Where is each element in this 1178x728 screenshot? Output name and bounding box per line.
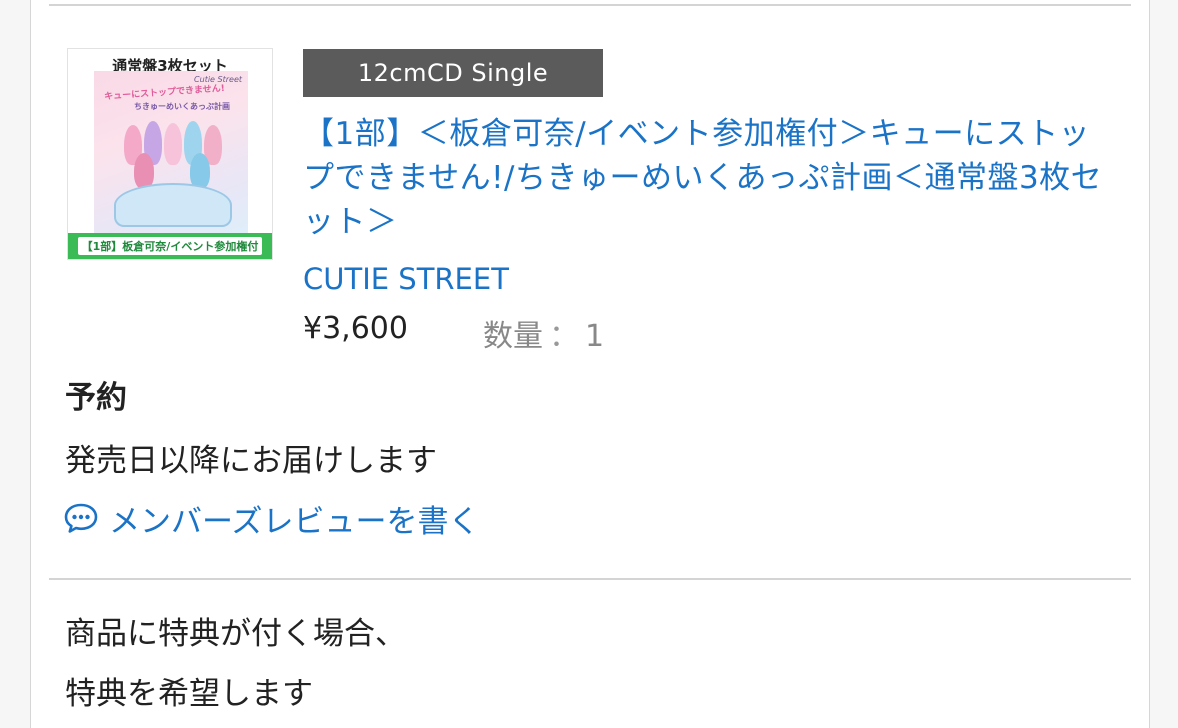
bonus-line-1: 商品に特典が付く場合、: [65, 616, 406, 652]
product-title-link[interactable]: 【1部】＜板倉可奈/イベント参加権付＞キューにストップできません!/ちきゅーめい…: [303, 112, 1103, 244]
album-cover-art: Cutie Street キューにストップできません! ちきゅーめいくあっぷ計画: [94, 71, 248, 233]
write-review-label: メンバーズレビューを書く: [109, 503, 480, 540]
quantity: 数量： 1: [483, 311, 604, 355]
delivery-note: 発売日以降にお届けします: [65, 443, 437, 479]
cover-title-line1: キューにストップできません!: [103, 83, 226, 103]
bonus-preference: 商品に特典が付く場合、 特典を希望します: [65, 604, 406, 724]
quantity-value: 1: [585, 319, 605, 354]
order-status: 予約: [65, 380, 127, 416]
order-item-card: 通常盤3枚セット Cutie Street キューにストップできません! ちきゅ…: [30, 0, 1150, 728]
product-thumbnail[interactable]: 通常盤3枚セット Cutie Street キューにストップできません! ちきゅ…: [67, 48, 273, 260]
section-divider: [49, 578, 1131, 580]
cover-title-line2: ちきゅーめいくあっぷ計画: [134, 102, 230, 111]
member-figure: [164, 123, 182, 165]
stage-decoration: [114, 183, 232, 227]
top-divider: [49, 4, 1131, 6]
artist-link[interactable]: CUTIE STREET: [303, 262, 509, 296]
format-badge: 12cmCD Single: [303, 49, 603, 97]
speech-bubble-icon: [64, 503, 98, 533]
write-review-link[interactable]: メンバーズレビューを書く: [63, 496, 479, 540]
thumbnail-band-label: 【1部】板倉可奈/イベント参加権付: [77, 237, 263, 255]
bonus-line-2: 特典を希望します: [65, 676, 313, 712]
thumbnail-band: 【1部】板倉可奈/イベント参加権付: [68, 233, 272, 259]
price: ¥3,600: [303, 311, 408, 346]
quantity-colon: ：: [549, 319, 579, 354]
quantity-label: 数量: [483, 319, 543, 354]
